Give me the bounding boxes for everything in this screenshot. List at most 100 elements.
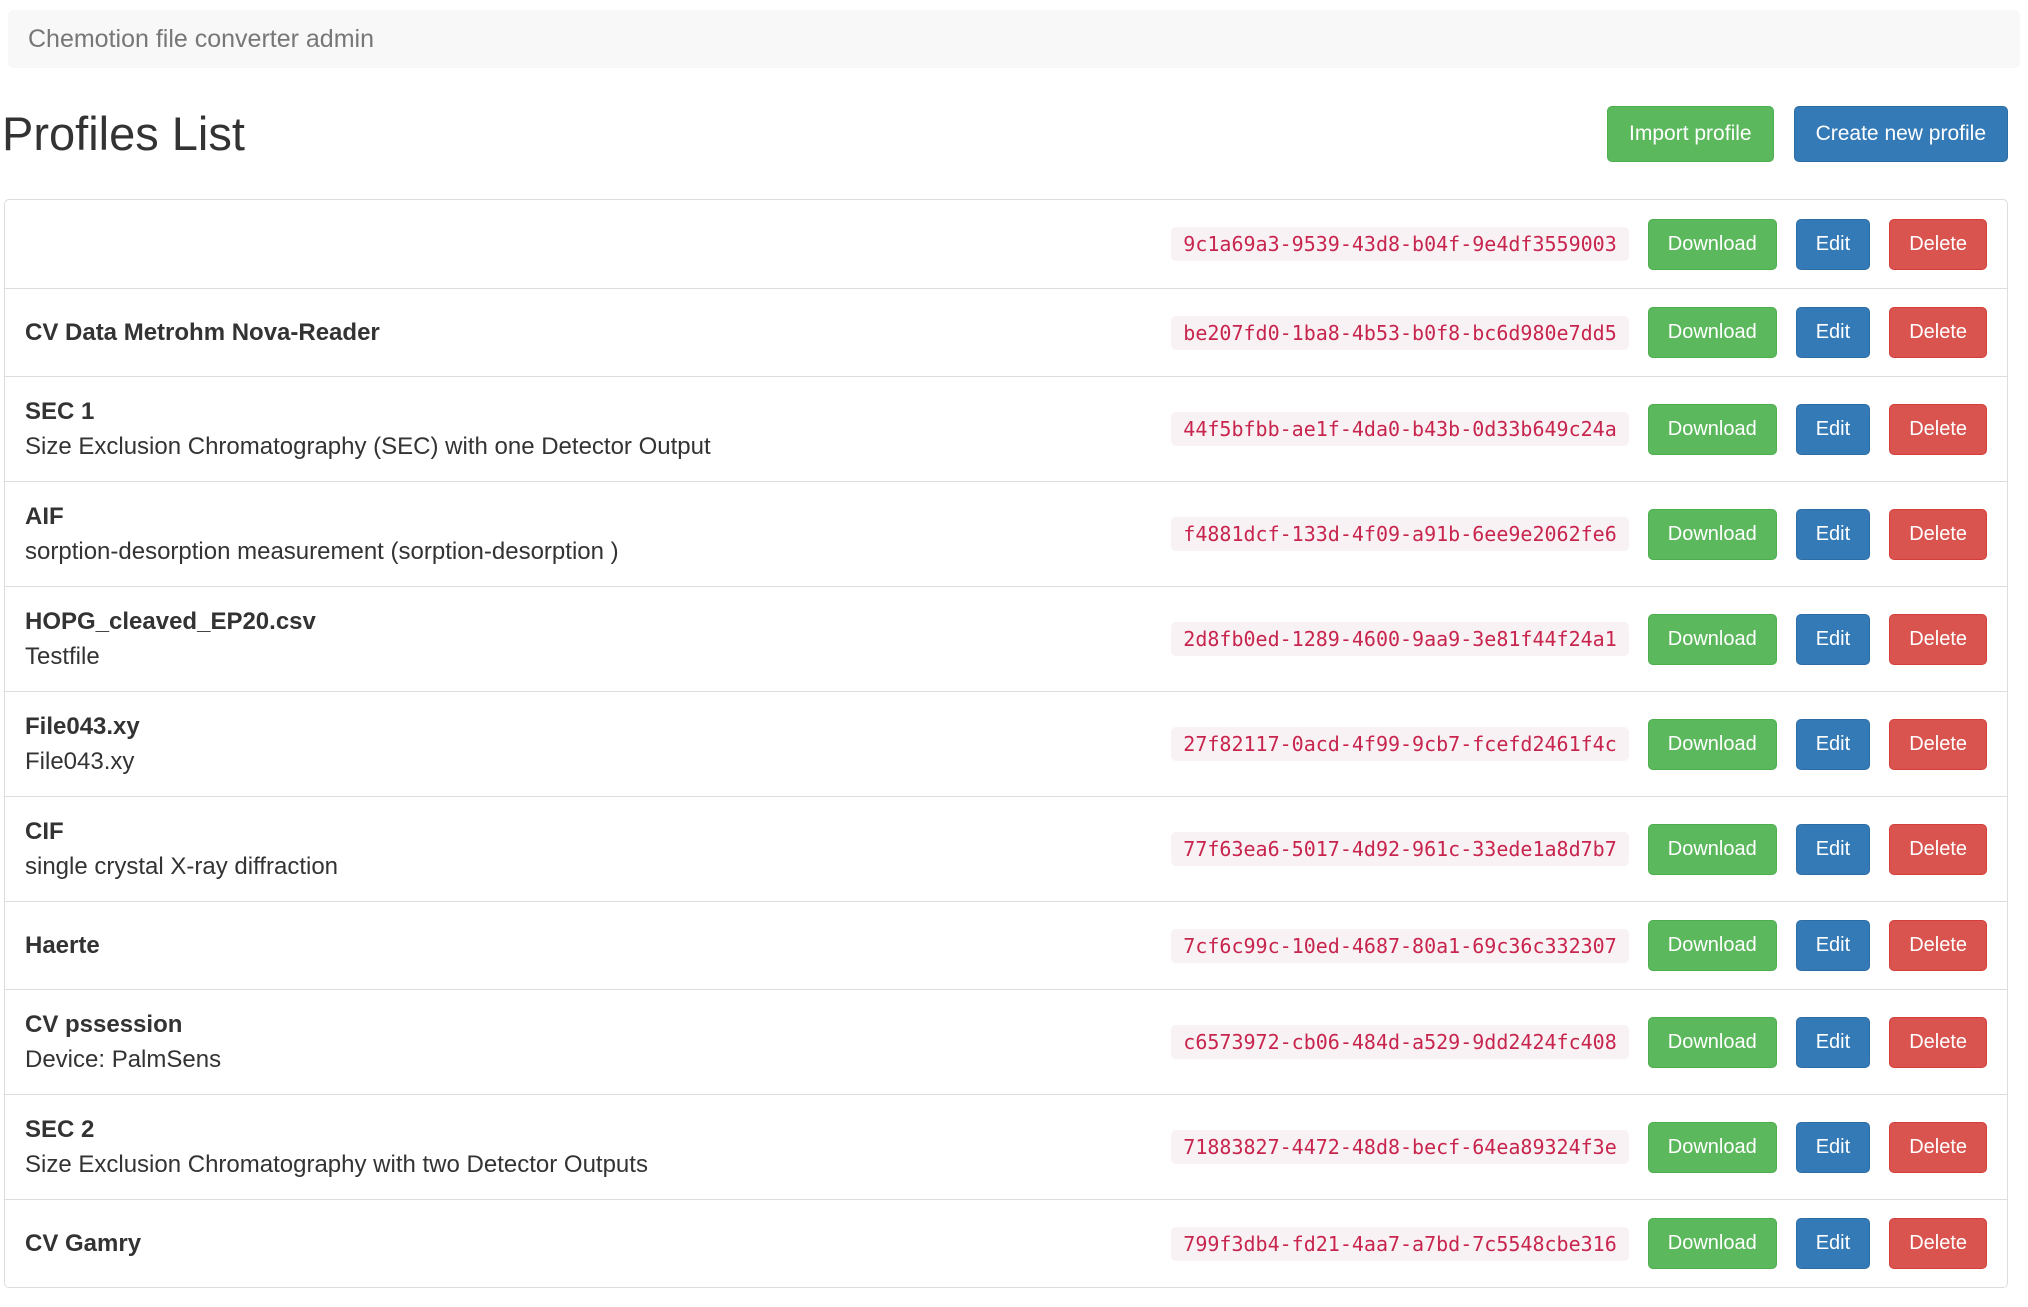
profile-info: CIF single crystal X-ray diffraction	[25, 814, 1171, 884]
page-header: Profiles List Import profile Create new …	[2, 106, 2008, 162]
profile-title: HOPG_cleaved_EP20.csv	[25, 608, 316, 635]
edit-button[interactable]: Edit	[1795, 613, 1871, 665]
profile-uuid: 77f63ea6-5017-4d92-961c-33ede1a8d7b7	[1171, 832, 1629, 866]
edit-button[interactable]: Edit	[1795, 718, 1871, 770]
profile-title: SEC 2	[25, 1116, 95, 1143]
profile-info: SEC 1 Size Exclusion Chromatography (SEC…	[25, 394, 1171, 464]
edit-button[interactable]: Edit	[1795, 1218, 1871, 1269]
profile-actions: c6573972-cb06-484d-a529-9dd2424fc408 Dow…	[1171, 1016, 1987, 1068]
profile-uuid: c6573972-cb06-484d-a529-9dd2424fc408	[1171, 1025, 1629, 1059]
profile-info: AIF sorption-desorption measurement (sor…	[25, 499, 1171, 569]
profile-info: File043.xy File043.xy	[25, 709, 1171, 779]
download-button[interactable]: Download	[1647, 508, 1777, 560]
profile-title: CV Data Metrohm Nova-Reader	[25, 319, 380, 346]
profile-uuid: 27f82117-0acd-4f99-9cb7-fcefd2461f4c	[1171, 727, 1629, 761]
profile-title: AIF	[25, 503, 64, 530]
delete-button[interactable]: Delete	[1889, 920, 1987, 971]
edit-button[interactable]: Edit	[1795, 403, 1871, 455]
delete-button[interactable]: Delete	[1889, 718, 1987, 770]
profile-description: sorption-desorption measurement (sorptio…	[25, 538, 619, 565]
profile-info: CV Gamry	[25, 1226, 1171, 1261]
page: Chemotion file converter admin Profiles …	[0, 0, 2028, 1307]
profile-actions: 7cf6c99c-10ed-4687-80a1-69c36c332307 Dow…	[1171, 920, 1987, 971]
profile-actions: 77f63ea6-5017-4d92-961c-33ede1a8d7b7 Dow…	[1171, 823, 1987, 875]
download-button[interactable]: Download	[1647, 718, 1777, 770]
delete-button[interactable]: Delete	[1889, 218, 1987, 270]
delete-button[interactable]: Delete	[1889, 1218, 1987, 1269]
profile-uuid: 71883827-4472-48d8-becf-64ea89324f3e	[1171, 1130, 1629, 1164]
profile-uuid: 7cf6c99c-10ed-4687-80a1-69c36c332307	[1171, 928, 1629, 963]
profile-row: CIF single crystal X-ray diffraction 77f…	[5, 796, 2007, 901]
profile-uuid: f4881dcf-133d-4f09-a91b-6ee9e2062fe6	[1171, 517, 1629, 551]
delete-button[interactable]: Delete	[1889, 1121, 1987, 1173]
delete-button[interactable]: Delete	[1889, 613, 1987, 665]
profile-uuid: 799f3db4-fd21-4aa7-a7bd-7c5548cbe316	[1171, 1226, 1629, 1261]
profile-info: Haerte	[25, 928, 1171, 963]
download-button[interactable]: Download	[1647, 823, 1777, 875]
download-button[interactable]: Download	[1647, 920, 1777, 971]
edit-button[interactable]: Edit	[1795, 307, 1871, 358]
profile-info: SEC 2 Size Exclusion Chromatography with…	[25, 1112, 1171, 1182]
header-buttons: Import profile Create new profile	[1607, 106, 2008, 162]
profile-description: Device: PalmSens	[25, 1046, 222, 1073]
profile-title: CV Gamry	[25, 1230, 142, 1257]
profile-actions: be207fd0-1ba8-4b53-b0f8-bc6d980e7dd5 Dow…	[1171, 307, 1987, 358]
profile-actions: 44f5bfbb-ae1f-4da0-b43b-0d33b649c24a Dow…	[1171, 403, 1987, 455]
profile-uuid: be207fd0-1ba8-4b53-b0f8-bc6d980e7dd5	[1171, 315, 1629, 350]
delete-button[interactable]: Delete	[1889, 403, 1987, 455]
import-profile-button[interactable]: Import profile	[1607, 106, 1774, 162]
page-title: Profiles List	[2, 107, 245, 161]
download-button[interactable]: Download	[1647, 613, 1777, 665]
edit-button[interactable]: Edit	[1795, 920, 1871, 971]
profile-info: HOPG_cleaved_EP20.csv Testfile	[25, 604, 1171, 674]
profile-row: CV Data Metrohm Nova-Reader be207fd0-1ba…	[5, 288, 2007, 376]
profile-description: Size Exclusion Chromatography (SEC) with…	[25, 433, 711, 460]
edit-button[interactable]: Edit	[1795, 508, 1871, 560]
profile-actions: 2d8fb0ed-1289-4600-9aa9-3e81f44f24a1 Dow…	[1171, 613, 1987, 665]
navbar-brand[interactable]: Chemotion file converter admin	[28, 25, 374, 54]
delete-button[interactable]: Delete	[1889, 823, 1987, 875]
profile-row: SEC 2 Size Exclusion Chromatography with…	[5, 1094, 2007, 1199]
profile-actions: 799f3db4-fd21-4aa7-a7bd-7c5548cbe316 Dow…	[1171, 1218, 1987, 1269]
profile-row: AIF sorption-desorption measurement (sor…	[5, 481, 2007, 586]
profile-title: File043.xy	[25, 713, 140, 740]
download-button[interactable]: Download	[1647, 1121, 1777, 1173]
profile-description: Size Exclusion Chromatography with two D…	[25, 1151, 648, 1178]
edit-button[interactable]: Edit	[1795, 218, 1871, 270]
download-button[interactable]: Download	[1647, 1218, 1777, 1269]
profile-actions: f4881dcf-133d-4f09-a91b-6ee9e2062fe6 Dow…	[1171, 508, 1987, 560]
create-new-profile-button[interactable]: Create new profile	[1793, 106, 2008, 162]
profile-title: CIF	[25, 818, 64, 845]
edit-button[interactable]: Edit	[1795, 823, 1871, 875]
download-button[interactable]: Download	[1647, 1016, 1777, 1068]
profiles-list: 9c1a69a3-9539-43d8-b04f-9e4df3559003 Dow…	[4, 199, 2008, 1288]
profile-description: single crystal X-ray diffraction	[25, 853, 339, 880]
profile-info: CV Data Metrohm Nova-Reader	[25, 315, 1171, 350]
profile-title: SEC 1	[25, 398, 95, 425]
download-button[interactable]: Download	[1647, 403, 1777, 455]
edit-button[interactable]: Edit	[1795, 1121, 1871, 1173]
profile-row: Haerte 7cf6c99c-10ed-4687-80a1-69c36c332…	[5, 901, 2007, 989]
profile-row: CV pssession Device: PalmSens c6573972-c…	[5, 989, 2007, 1094]
edit-button[interactable]: Edit	[1795, 1016, 1871, 1068]
delete-button[interactable]: Delete	[1889, 307, 1987, 358]
profile-title: Haerte	[25, 932, 100, 959]
profile-title: CV pssession	[25, 1011, 183, 1038]
profile-actions: 9c1a69a3-9539-43d8-b04f-9e4df3559003 Dow…	[1171, 218, 1987, 270]
profile-row: HOPG_cleaved_EP20.csv Testfile 2d8fb0ed-…	[5, 586, 2007, 691]
top-navbar: Chemotion file converter admin	[8, 10, 2020, 68]
profile-description: File043.xy	[25, 748, 135, 775]
download-button[interactable]: Download	[1647, 307, 1777, 358]
profile-row: CV Gamry 799f3db4-fd21-4aa7-a7bd-7c5548c…	[5, 1199, 2007, 1287]
profile-row: SEC 1 Size Exclusion Chromatography (SEC…	[5, 376, 2007, 481]
profile-uuid: 9c1a69a3-9539-43d8-b04f-9e4df3559003	[1171, 227, 1629, 261]
download-button[interactable]: Download	[1647, 218, 1777, 270]
profile-row: 9c1a69a3-9539-43d8-b04f-9e4df3559003 Dow…	[5, 200, 2007, 288]
profile-uuid: 44f5bfbb-ae1f-4da0-b43b-0d33b649c24a	[1171, 412, 1629, 446]
profile-actions: 71883827-4472-48d8-becf-64ea89324f3e Dow…	[1171, 1121, 1987, 1173]
delete-button[interactable]: Delete	[1889, 1016, 1987, 1068]
delete-button[interactable]: Delete	[1889, 508, 1987, 560]
profile-info: CV pssession Device: PalmSens	[25, 1007, 1171, 1077]
profile-uuid: 2d8fb0ed-1289-4600-9aa9-3e81f44f24a1	[1171, 622, 1629, 656]
profile-description: Testfile	[25, 643, 100, 670]
